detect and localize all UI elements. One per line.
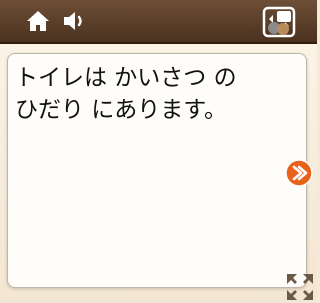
phrase-card[interactable]: トイレは かいさつ の ひだり にあります。 [7, 53, 307, 288]
expand-icon[interactable] [285, 272, 315, 302]
phrase-text: トイレは かいさつ の ひだり にあります。 [15, 65, 237, 123]
top-toolbar [0, 0, 317, 44]
chevron-right-icon[interactable] [285, 159, 313, 187]
speaker-icon[interactable] [62, 10, 88, 32]
home-icon[interactable] [26, 10, 50, 32]
swap-card-icon[interactable] [262, 6, 296, 38]
